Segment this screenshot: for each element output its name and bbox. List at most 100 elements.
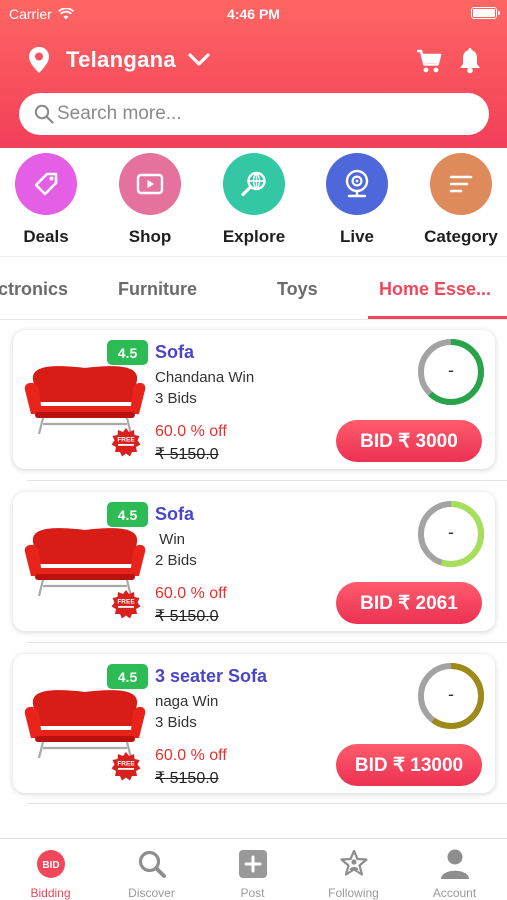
countdown-timer: - [417, 500, 485, 568]
shop-circle [119, 153, 181, 215]
nav-label: Post [240, 886, 265, 900]
rating-badge: 4.5 [107, 502, 148, 527]
shortcut-label: Shop [128, 227, 172, 246]
header-actions [416, 48, 482, 74]
shortcut-live[interactable]: Live [307, 153, 407, 247]
bid-button[interactable]: BID ₹ 3000 [336, 420, 482, 462]
person-icon [440, 849, 469, 879]
category-tabs: ctronics Furniture Toys Home Esse... [0, 256, 507, 320]
listing-title[interactable]: Sofa [155, 342, 194, 363]
tag-icon [34, 172, 58, 196]
nav-label: Account [432, 886, 477, 900]
cart-icon[interactable] [416, 48, 442, 74]
listing-title[interactable]: Sofa [155, 504, 194, 525]
discount-text: 60.0 % off [155, 423, 227, 440]
live-circle [326, 153, 388, 215]
shortcut-label: Category [424, 227, 498, 246]
bid-button[interactable]: BID ₹ 2061 [336, 582, 482, 624]
countdown-timer: - [417, 662, 485, 730]
shortcut-label: Explore [222, 227, 286, 246]
nav-bidding[interactable]: BID Bidding [0, 847, 101, 900]
search-bar[interactable]: Search more... [19, 93, 489, 135]
sofa-image [24, 528, 146, 597]
battery-icon [471, 7, 500, 19]
listing-card[interactable]: 4.5 FREE Sofa Chandana Win 3 Bids 60.0 %… [13, 330, 495, 469]
divider [27, 480, 507, 481]
shortcut-deals[interactable]: Deals [0, 153, 96, 247]
menu-lines-icon [449, 175, 473, 193]
countdown-timer: - [417, 338, 485, 406]
svg-text:FREE: FREE [117, 437, 135, 444]
tab-toys[interactable]: Toys [277, 279, 318, 300]
status-bar: Carrier 4:46 PM [0, 0, 507, 28]
rating-badge: 4.5 [107, 340, 148, 365]
original-price: ₹ 5150.0 [155, 446, 219, 463]
search-icon [138, 850, 166, 878]
tab-furniture[interactable]: Furniture [118, 279, 197, 300]
tab-home-essentials[interactable]: Home Esse... [379, 279, 491, 300]
free-shipping-badge: FREE [111, 590, 141, 619]
bell-icon[interactable] [458, 48, 482, 74]
location-pin-icon [29, 47, 49, 73]
bottom-nav: BID Bidding Discover Post Following Acco… [0, 838, 507, 900]
plus-box-icon [238, 849, 267, 878]
shortcut-explore[interactable]: Explore [204, 153, 304, 247]
bid-count: 3 Bids [155, 714, 197, 731]
rating-badge: 4.5 [107, 664, 148, 689]
webcam-icon [345, 169, 369, 198]
free-shipping-badge: FREE [111, 752, 141, 781]
nav-post[interactable]: Post [202, 847, 303, 900]
active-tab-indicator [368, 316, 507, 319]
winner-text: naga Win [155, 693, 219, 710]
deals-circle [15, 153, 77, 215]
svg-text:BID: BID [42, 860, 59, 871]
divider [27, 642, 507, 643]
location-selector[interactable]: Telangana [28, 46, 210, 74]
category-circle [430, 153, 492, 215]
nav-discover[interactable]: Discover [101, 847, 202, 900]
search-input[interactable]: Search more... [57, 103, 182, 125]
listing-title[interactable]: 3 seater Sofa [155, 666, 267, 687]
shortcut-shop[interactable]: Shop [100, 153, 200, 247]
tab-electronics[interactable]: ctronics [0, 279, 68, 300]
shortcut-row: Deals Shop Explore Live Category [0, 153, 507, 253]
globe-search-icon [241, 171, 266, 197]
shortcut-label: Live [339, 227, 375, 246]
clock: 4:46 PM [227, 6, 280, 22]
svg-text:FREE: FREE [117, 599, 135, 606]
app-header: Carrier 4:46 PM Telangana Search more... [0, 0, 507, 148]
timer-value: - [448, 360, 454, 380]
location-name: Telangana [66, 47, 176, 72]
original-price: ₹ 5150.0 [155, 608, 219, 625]
bid-count: 2 Bids [155, 552, 197, 569]
search-icon [34, 104, 54, 124]
winner-text: Chandana Win [155, 369, 255, 386]
sofa-image [24, 690, 146, 759]
timer-value: - [448, 522, 454, 542]
sofa-image [24, 366, 146, 435]
svg-text:FREE: FREE [117, 761, 135, 768]
timer-value: - [448, 684, 454, 704]
listing-card[interactable]: 4.5 FREE 3 seater Sofa naga Win 3 Bids 6… [13, 654, 495, 793]
bid-count: 3 Bids [155, 390, 197, 407]
winner-text: Win [155, 531, 185, 548]
listing-card[interactable]: 4.5 FREE Sofa Win 2 Bids 60.0 % off ₹ 51… [13, 492, 495, 631]
nav-account[interactable]: Account [404, 847, 505, 900]
shortcut-label: Deals [23, 227, 69, 246]
nav-label: Discover [128, 886, 175, 900]
explore-circle [223, 153, 285, 215]
shortcut-category[interactable]: Category [411, 153, 507, 247]
star-person-icon [339, 849, 368, 876]
play-icon [136, 173, 164, 195]
free-shipping-badge: FREE [111, 428, 141, 457]
original-price: ₹ 5150.0 [155, 770, 219, 787]
discount-text: 60.0 % off [155, 747, 227, 764]
divider [27, 803, 507, 804]
nav-label: Bidding [30, 886, 71, 900]
bid-button[interactable]: BID ₹ 13000 [336, 744, 482, 786]
nav-label: Following [328, 886, 379, 900]
chevron-down-icon [188, 53, 210, 66]
nav-following[interactable]: Following [303, 847, 404, 900]
bid-icon: BID [36, 849, 65, 878]
discount-text: 60.0 % off [155, 585, 227, 602]
